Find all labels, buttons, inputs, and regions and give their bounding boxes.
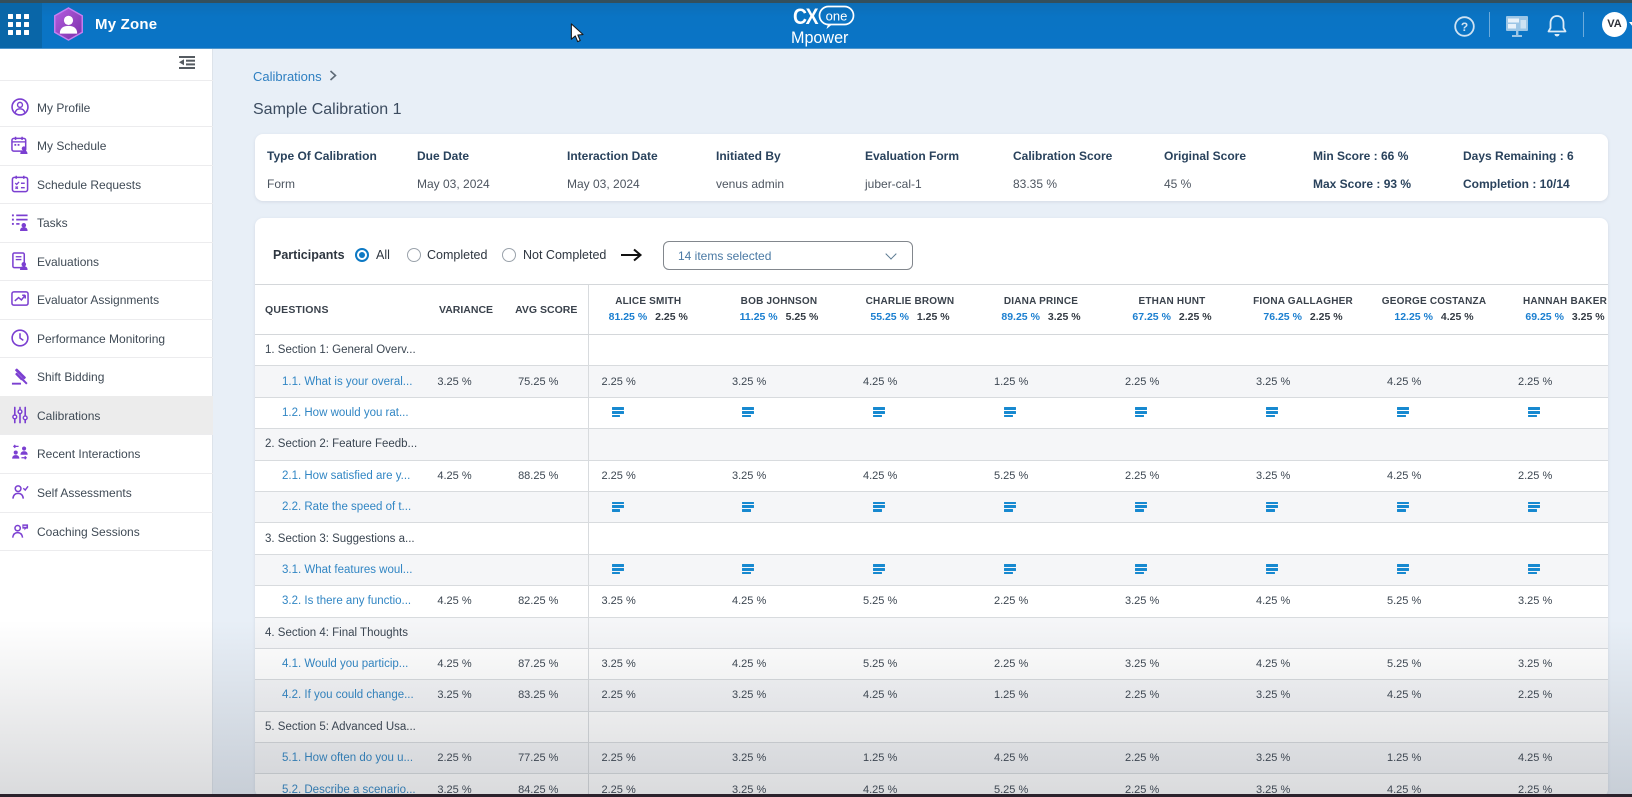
svg-text:?: ? bbox=[1461, 20, 1468, 34]
svg-text:one: one bbox=[826, 9, 848, 24]
